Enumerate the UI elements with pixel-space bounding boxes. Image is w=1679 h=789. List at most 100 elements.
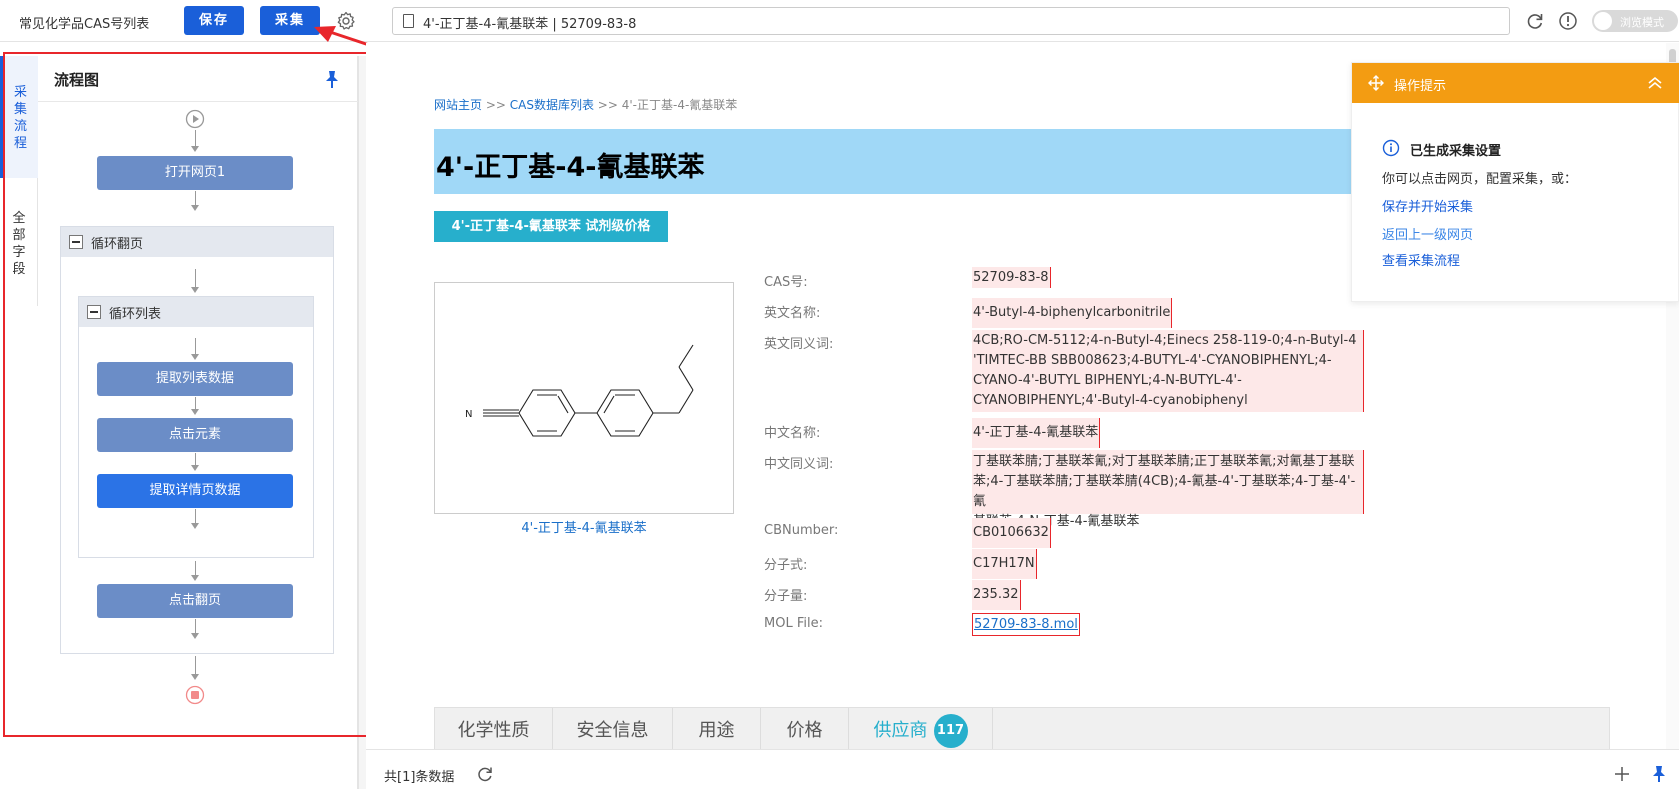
pin-icon[interactable] xyxy=(323,69,341,89)
save-button[interactable]: 保存 xyxy=(184,6,244,35)
title-band: 4'-正丁基-4-氰基联苯 xyxy=(434,129,1434,194)
document-icon xyxy=(403,14,414,28)
view-workflow-link[interactable]: 查看采集流程 xyxy=(1382,250,1460,269)
refresh-icon[interactable] xyxy=(1525,11,1545,31)
prop-value-weight[interactable]: 235.32 xyxy=(972,580,1021,610)
browse-mode-toggle[interactable]: 浏览模式 xyxy=(1592,10,1678,32)
move-icon[interactable] xyxy=(1368,75,1384,91)
loop-paging-header: 循环翻页 xyxy=(61,227,333,257)
tab-price[interactable]: 价格 xyxy=(761,708,849,749)
side-tabs: 采集流程 全部字段 xyxy=(0,56,38,306)
supplier-count-badge: 117 xyxy=(933,714,968,748)
text-line: 丁基联苯腈;丁基联苯氰;对丁基联苯腈;正丁基联苯氰;对氰基丁基联 xyxy=(973,454,1355,469)
prop-label-en-name: 英文名称: xyxy=(764,306,821,321)
arrow-head xyxy=(191,354,199,360)
tab-workflow-label: 采集流程 xyxy=(13,85,27,151)
alert-icon[interactable] xyxy=(1558,11,1578,31)
tips-heading: 已生成采集设置 xyxy=(1410,144,1502,159)
arrow-head xyxy=(191,575,199,581)
text-line: 苯;4-丁基联苯腈;丁基联苯腈(4CB);4-氰基-4'-丁基联苯;4-丁基-4… xyxy=(973,474,1356,509)
arrow-head xyxy=(191,409,199,415)
prop-value-cas[interactable]: 52709-83-8 xyxy=(972,267,1051,288)
data-preview-bar: 共[1]条数据 xyxy=(366,749,1679,789)
tips-description: 你可以点击网页，配置采集，或： xyxy=(1382,172,1578,187)
structure-drawing: N xyxy=(465,344,694,437)
text-line: 4CB;RO-CM-5112;4-n-Butyl-4;Einecs 258-11… xyxy=(973,333,1357,348)
flow-node-click-element[interactable]: 点击元素 xyxy=(97,418,293,452)
breadcrumb-separator: >> xyxy=(593,98,622,112)
info-tabs: 化学性质 安全信息 用途 价格 供应商 117 xyxy=(434,707,1610,749)
collapse-icon[interactable] xyxy=(69,235,83,249)
text-line: CYANOBIPHENYL;4'-Butyl-4-cyanobiphenyl xyxy=(973,393,1248,408)
tab-suppliers[interactable]: 供应商 117 xyxy=(849,708,993,749)
prop-value-cbnumber[interactable]: CB0106632 xyxy=(972,518,1051,548)
prop-value-cn-synonyms[interactable]: 丁基联苯腈;丁基联苯氰;对丁基联苯腈;正丁基联苯氰;对氰基丁基联 苯;4-丁基联… xyxy=(972,450,1364,529)
url-text: 4'-正丁基-4-氰基联苯 | 52709-83-8 xyxy=(423,17,637,32)
record-count: 共[1]条数据 xyxy=(384,770,455,785)
loop-list-header: 循环列表 xyxy=(79,297,313,327)
tab-usage[interactable]: 用途 xyxy=(673,708,761,749)
pin-icon[interactable] xyxy=(1650,765,1668,783)
prop-label-mol: MOL File: xyxy=(764,616,823,631)
loop-paging-label: 循环翻页 xyxy=(91,237,144,252)
arrow-head xyxy=(191,465,199,471)
arrow-head xyxy=(191,633,199,639)
arrow-head xyxy=(191,523,199,529)
breadcrumb-current: 4'-正丁基-4-氰基联苯 xyxy=(621,98,738,112)
prop-value-en-name[interactable]: 4'-Butyl-4-biphenylcarbonitrile xyxy=(972,298,1173,328)
tab-safety[interactable]: 安全信息 xyxy=(553,708,673,749)
mol-file-link[interactable]: 52709-83-8.mol xyxy=(972,613,1080,636)
connector xyxy=(195,269,196,289)
gear-icon[interactable] xyxy=(336,11,356,31)
price-button[interactable]: 4'-正丁基-4-氰基联苯 试剂级价格 xyxy=(434,211,668,242)
tips-header[interactable]: 操作提示 xyxy=(1352,63,1679,103)
flow-node-extract-detail[interactable]: 提取详情页数据 xyxy=(97,474,293,508)
workflow-panel: 流程图 打开网页1 循环翻页 循环列表 提取列表数据 点击元素 提取详情页数据 … xyxy=(38,56,358,789)
tab-chem-props[interactable]: 化学性质 xyxy=(435,708,553,749)
refresh-icon[interactable] xyxy=(476,765,494,783)
prop-label-cn-name: 中文名称: xyxy=(764,426,821,441)
prop-value-formula[interactable]: C17H17N xyxy=(972,549,1037,579)
text-line: 'TIMTEC-BB SBB008623;4-BUTYL-4'-CYANOBIP… xyxy=(973,353,1332,368)
arrow-head xyxy=(191,674,199,680)
breadcrumb-home[interactable]: 网站主页 xyxy=(434,98,482,112)
structure-image[interactable]: N xyxy=(434,282,734,514)
arrow-head xyxy=(191,287,199,293)
start-icon xyxy=(185,109,205,129)
flow-node-click-next[interactable]: 点击翻页 xyxy=(97,584,293,618)
prop-label-cbnumber: CBNumber: xyxy=(764,523,839,538)
breadcrumb: 网站主页 >> CAS数据库列表 >> 4'-正丁基-4-氰基联苯 xyxy=(434,96,737,113)
url-bar[interactable]: 4'-正丁基-4-氰基联苯 | 52709-83-8 xyxy=(392,7,1510,35)
collect-button[interactable]: 采集 xyxy=(260,6,320,35)
prop-label-cas: CAS号: xyxy=(764,275,808,290)
panel-divider[interactable] xyxy=(358,56,366,789)
connector xyxy=(195,656,196,676)
breadcrumb-list[interactable]: CAS数据库列表 xyxy=(510,98,594,112)
tips-panel: 操作提示 已生成采集设置 你可以点击网页，配置采集，或： 保存并开始采集 返回上… xyxy=(1351,62,1679,302)
prop-value-en-synonyms[interactable]: 4CB;RO-CM-5112;4-n-Butyl-4;Einecs 258-11… xyxy=(972,330,1364,412)
text-line: CYANO-4'-BUTYL BIPHENYL;4-N-BUTYL-4'- xyxy=(973,373,1242,388)
structure-caption[interactable]: 4'-正丁基-4-氰基联苯 xyxy=(434,517,734,536)
save-and-start-link[interactable]: 保存并开始采集 xyxy=(1382,196,1473,215)
toggle-label: 浏览模式 xyxy=(1620,16,1664,29)
workflow-title: 流程图 xyxy=(54,71,100,89)
chevron-up-icon[interactable] xyxy=(1646,75,1664,91)
flow-node-open-page[interactable]: 打开网页1 xyxy=(97,156,293,190)
tab-workflow[interactable]: 采集流程 xyxy=(0,56,38,178)
flow-node-extract-list[interactable]: 提取列表数据 xyxy=(97,362,293,396)
collapse-icon[interactable] xyxy=(87,305,101,319)
prop-label-weight: 分子量: xyxy=(764,589,808,604)
prop-label-formula: 分子式: xyxy=(764,558,808,573)
breadcrumb-separator: >> xyxy=(482,98,510,112)
workflow-header: 流程图 xyxy=(38,56,358,102)
page-title: 4'-正丁基-4-氰基联苯 xyxy=(436,152,705,183)
nitrogen-label: N xyxy=(465,409,472,420)
back-to-parent-link[interactable]: 返回上一级网页 xyxy=(1382,224,1473,243)
tab-all-fields[interactable]: 全部字段 xyxy=(0,206,38,296)
tab-suppliers-label: 供应商 xyxy=(873,720,928,741)
arrow-head xyxy=(191,205,199,211)
arrow-head xyxy=(191,146,199,152)
add-icon[interactable] xyxy=(1613,765,1631,783)
prop-value-cn-name[interactable]: 4'-正丁基-4-氰基联苯 xyxy=(972,418,1101,448)
prop-label-cn-synonyms: 中文同义词: xyxy=(764,457,834,472)
